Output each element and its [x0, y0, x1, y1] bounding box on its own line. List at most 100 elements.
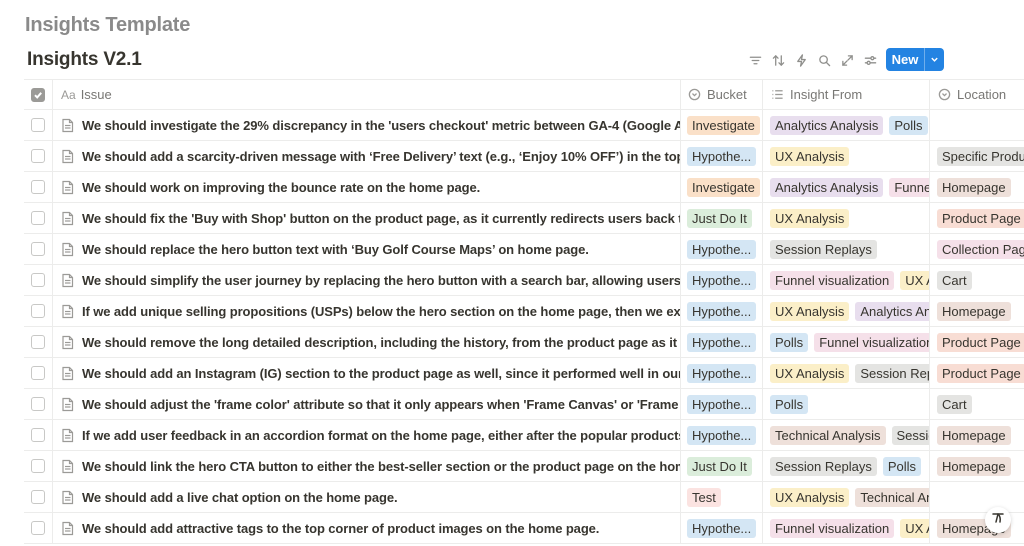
bucket-cell[interactable]: Just Do It [681, 203, 763, 233]
issue-cell[interactable]: We should investigate the 29% discrepanc… [53, 110, 681, 140]
settings-sliders-icon[interactable] [859, 48, 882, 72]
insight-from-cell[interactable]: Session Replays [763, 234, 930, 264]
issue-title[interactable]: We should add an Instagram (IG) section … [82, 366, 680, 381]
issue-title[interactable]: We should adjust the 'frame color' attri… [82, 397, 680, 412]
row-select-cell[interactable] [24, 420, 53, 450]
row-select-cell[interactable] [24, 234, 53, 264]
bucket-cell[interactable]: Investigate [681, 172, 763, 202]
issue-title[interactable]: We should remove the long detailed descr… [82, 335, 680, 350]
row-checkbox[interactable] [31, 459, 45, 473]
column-header-location[interactable]: Location [930, 80, 1024, 109]
bucket-cell[interactable]: Hypothe... [681, 358, 763, 388]
issue-cell[interactable]: We should add an Instagram (IG) section … [53, 358, 681, 388]
issue-title[interactable]: We should add a live chat option on the … [82, 490, 398, 505]
row-select-cell[interactable] [24, 203, 53, 233]
table-row[interactable]: If we add user feedback in an accordion … [24, 420, 1024, 451]
table-row[interactable]: We should remove the long detailed descr… [24, 327, 1024, 358]
issue-cell[interactable]: We should remove the long detailed descr… [53, 327, 681, 357]
row-select-cell[interactable] [24, 110, 53, 140]
insight-from-cell[interactable]: UX Analysis [763, 203, 930, 233]
table-row[interactable]: We should simplify the user journey by r… [24, 265, 1024, 296]
issue-cell[interactable]: We should add a scarcity-driven message … [53, 141, 681, 171]
insight-from-cell[interactable]: Session Replays Polls [763, 451, 930, 481]
issue-title[interactable]: We should link the hero CTA button to ei… [82, 459, 680, 474]
row-checkbox[interactable] [31, 490, 45, 504]
insight-from-cell[interactable]: Funnel visualizationUX An [763, 513, 930, 543]
insight-from-cell[interactable]: UX AnalysisAnalytics Anal [763, 296, 930, 326]
row-select-cell[interactable] [24, 451, 53, 481]
insight-from-cell[interactable]: Technical AnalysisSession [763, 420, 930, 450]
row-select-cell[interactable] [24, 141, 53, 171]
table-row[interactable]: If we add unique selling propositions (U… [24, 296, 1024, 327]
issue-title[interactable]: We should fix the 'Buy with Shop' button… [82, 211, 680, 226]
issue-title[interactable]: If we add unique selling propositions (U… [82, 304, 680, 319]
issue-cell[interactable]: We should adjust the 'frame color' attri… [53, 389, 681, 419]
row-select-cell[interactable] [24, 513, 53, 543]
table-row[interactable]: We should add a live chat option on the … [24, 482, 1024, 513]
row-checkbox[interactable] [31, 180, 45, 194]
issue-title[interactable]: We should investigate the 29% discrepanc… [82, 118, 680, 133]
row-checkbox[interactable] [31, 521, 45, 535]
select-all-cell[interactable] [24, 80, 53, 109]
issue-cell[interactable]: If we add user feedback in an accordion … [53, 420, 681, 450]
row-checkbox[interactable] [31, 335, 45, 349]
table-row[interactable]: We should fix the 'Buy with Shop' button… [24, 203, 1024, 234]
issue-cell[interactable]: We should add a live chat option on the … [53, 482, 681, 512]
row-checkbox[interactable] [31, 428, 45, 442]
insight-from-cell[interactable]: Analytics AnalysisFunnel v [763, 172, 930, 202]
location-cell[interactable]: Homepage [930, 451, 1024, 481]
issue-title[interactable]: We should replace the hero button text w… [82, 242, 589, 257]
row-select-cell[interactable] [24, 172, 53, 202]
issue-cell[interactable]: We should link the hero CTA button to ei… [53, 451, 681, 481]
column-header-insight-from[interactable]: Insight From [763, 80, 930, 109]
search-icon[interactable] [813, 48, 836, 72]
table-row[interactable]: We should adjust the 'frame color' attri… [24, 389, 1024, 420]
bucket-cell[interactable]: Hypothe... [681, 141, 763, 171]
bucket-cell[interactable]: Hypothe... [681, 327, 763, 357]
table-row[interactable]: We should add attractive tags to the top… [24, 513, 1024, 544]
issue-cell[interactable]: We should fix the 'Buy with Shop' button… [53, 203, 681, 233]
location-cell[interactable]: Cart [930, 389, 1024, 419]
column-header-issue[interactable]: Aa Issue [53, 80, 681, 109]
insight-from-cell[interactable]: UX Analysis [763, 141, 930, 171]
row-checkbox[interactable] [31, 149, 45, 163]
issue-cell[interactable]: We should work on improving the bounce r… [53, 172, 681, 202]
issue-cell[interactable]: We should add attractive tags to the top… [53, 513, 681, 543]
row-checkbox[interactable] [31, 211, 45, 225]
expand-icon[interactable] [836, 48, 859, 72]
location-cell[interactable]: Homepage [930, 172, 1024, 202]
row-select-cell[interactable] [24, 265, 53, 295]
row-checkbox[interactable] [31, 242, 45, 256]
bucket-cell[interactable]: Hypothe... [681, 234, 763, 264]
select-all-checkbox[interactable] [31, 87, 45, 102]
insight-from-cell[interactable]: Funnel visualizationUX An [763, 265, 930, 295]
database-title[interactable]: Insights V2.1 [27, 49, 142, 71]
new-button[interactable]: New [886, 48, 944, 71]
bucket-cell[interactable]: Hypothe... [681, 420, 763, 450]
bucket-cell[interactable]: Just Do It [681, 451, 763, 481]
bucket-cell[interactable]: Hypothe... [681, 265, 763, 295]
issue-title[interactable]: We should add attractive tags to the top… [82, 521, 599, 536]
help-button[interactable] [985, 507, 1011, 533]
row-select-cell[interactable] [24, 296, 53, 326]
row-checkbox[interactable] [31, 273, 45, 287]
location-cell[interactable]: Cart [930, 265, 1024, 295]
issue-title[interactable]: We should work on improving the bounce r… [82, 180, 480, 195]
row-checkbox[interactable] [31, 118, 45, 132]
lightning-icon[interactable] [790, 48, 813, 72]
row-checkbox[interactable] [31, 304, 45, 318]
location-cell[interactable]: Product Page [930, 327, 1024, 357]
row-select-cell[interactable] [24, 482, 53, 512]
sort-icon[interactable] [767, 48, 790, 72]
issue-title[interactable]: If we add user feedback in an accordion … [82, 428, 680, 443]
insight-from-cell[interactable]: UX AnalysisTechnical Ana [763, 482, 930, 512]
insight-from-cell[interactable]: Analytics Analysis Polls [763, 110, 930, 140]
issue-cell[interactable]: If we add unique selling propositions (U… [53, 296, 681, 326]
location-cell[interactable]: Product Page [930, 203, 1024, 233]
column-header-bucket[interactable]: Bucket [681, 80, 763, 109]
table-row[interactable]: We should investigate the 29% discrepanc… [24, 110, 1024, 141]
location-cell[interactable]: Specific Product [930, 141, 1024, 171]
location-cell[interactable]: Collection Page [930, 234, 1024, 264]
chevron-down-icon[interactable] [925, 55, 944, 64]
bucket-cell[interactable]: Test [681, 482, 763, 512]
